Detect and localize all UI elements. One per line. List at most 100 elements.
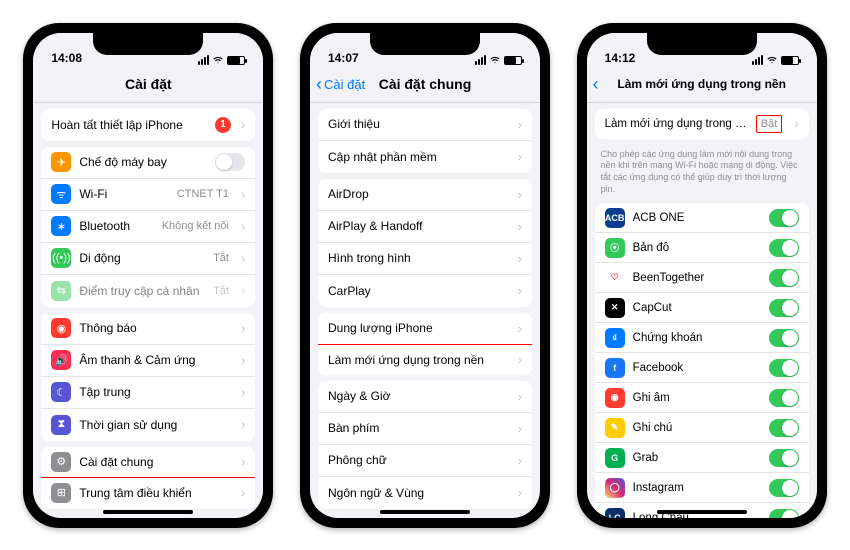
app-icon: ✕ bbox=[605, 298, 625, 318]
settings-row[interactable]: CarPlay› bbox=[318, 275, 532, 307]
settings-row[interactable]: Ngày & Giờ› bbox=[318, 381, 532, 413]
settings-row[interactable]: ✈Chế độ máy bay bbox=[41, 147, 255, 179]
chevron-right-icon: › bbox=[241, 417, 245, 432]
app-row[interactable]: ⦿Bản đồ bbox=[595, 233, 809, 263]
app-toggle[interactable] bbox=[769, 299, 799, 317]
settings-row[interactable]: Phông chữ › bbox=[318, 445, 532, 477]
page-title: Làm mới ứng dụng trong nền bbox=[617, 77, 786, 91]
settings-row[interactable]: AirDrop› bbox=[318, 179, 532, 211]
settings-row[interactable]: ◉ Thông báo › bbox=[41, 313, 255, 345]
content[interactable]: Làm mới ứng dụng trong nền Bật › Cho phé… bbox=[587, 103, 817, 518]
app-toggle[interactable] bbox=[769, 449, 799, 467]
wifi-icon bbox=[489, 55, 501, 65]
app-row[interactable]: ✕CapCut bbox=[595, 293, 809, 323]
row-label: Thông báo bbox=[79, 321, 233, 335]
chevron-right-icon: › bbox=[241, 321, 245, 336]
chevron-right-icon: › bbox=[241, 485, 245, 500]
row-value: Tắt bbox=[213, 252, 229, 264]
app-toggle[interactable] bbox=[769, 269, 799, 287]
settings-row[interactable]: ⧗Thời gian sử dụng› bbox=[41, 409, 255, 441]
chevron-right-icon: › bbox=[518, 187, 522, 202]
app-toggle[interactable] bbox=[769, 239, 799, 257]
settings-row[interactable]: ∗BluetoothKhông kết nối› bbox=[41, 211, 255, 243]
back-button[interactable]: ‹ Cài đặt bbox=[316, 67, 365, 102]
settings-row[interactable]: ⚙Cài đặt chung› bbox=[41, 447, 255, 478]
app-toggle[interactable] bbox=[769, 209, 799, 227]
row-label: Hoàn tất thiết lập iPhone bbox=[51, 118, 207, 132]
content[interactable]: Giới thiệu › Cập nhật phần mềm› AirDrop›Ai… bbox=[310, 103, 540, 518]
app-label: Chứng khoán bbox=[633, 332, 761, 344]
settings-row[interactable]: ☾Tập trung› bbox=[41, 377, 255, 409]
row-label: Di động bbox=[79, 251, 205, 265]
back-button[interactable]: ‹ bbox=[593, 67, 599, 102]
app-toggle[interactable] bbox=[769, 389, 799, 407]
row-label: Wi-Fi bbox=[79, 187, 168, 201]
row-icon: ◉ bbox=[51, 318, 71, 338]
chevron-right-icon: › bbox=[518, 485, 522, 500]
app-row[interactable]: ♡BeenTogether bbox=[595, 263, 809, 293]
chevron-right-icon: › bbox=[241, 117, 245, 132]
app-label: ACB ONE bbox=[633, 212, 761, 224]
settings-row[interactable]: ((•))Di độngTắt› bbox=[41, 243, 255, 275]
phone-settings-root: 14:08 Cài đặt Hoàn tất thiết lập iPhone … bbox=[23, 23, 273, 528]
row-bg-refresh-master[interactable]: Làm mới ứng dụng trong nền Bật › bbox=[595, 109, 809, 139]
app-toggle[interactable] bbox=[769, 419, 799, 437]
row-icon: ✈ bbox=[51, 152, 71, 172]
row-label: Tập trung bbox=[79, 385, 233, 399]
chevron-right-icon: › bbox=[241, 283, 245, 298]
settings-row[interactable]: Làm mới ứng dụng trong nền› bbox=[318, 344, 532, 375]
settings-row[interactable]: Dung lượng iPhone› bbox=[318, 313, 532, 345]
settings-row[interactable]: ᯤWi-FiCTNET T1› bbox=[41, 179, 255, 211]
app-row[interactable]: ◉Ghi âm bbox=[595, 383, 809, 413]
status-time: 14:07 bbox=[328, 51, 359, 65]
row-icon: ⚙ bbox=[51, 452, 71, 472]
app-row[interactable]: ₫Chứng khoán bbox=[595, 323, 809, 353]
chevron-right-icon: › bbox=[241, 187, 245, 202]
app-toggle[interactable] bbox=[769, 509, 799, 517]
home-indicator[interactable] bbox=[103, 510, 193, 514]
home-indicator[interactable] bbox=[380, 510, 470, 514]
row-icon: ∗ bbox=[51, 216, 71, 236]
app-toggle[interactable] bbox=[769, 359, 799, 377]
row-label: Âm thanh & Cảm ứng bbox=[79, 353, 233, 367]
app-icon: f bbox=[605, 358, 625, 378]
row-label: Trung tâm điều khiển bbox=[79, 486, 233, 500]
settings-row[interactable]: ⊞Trung tâm điều khiển› bbox=[41, 477, 255, 509]
row-label: Phông chữ bbox=[328, 453, 510, 467]
app-row[interactable]: fFacebook bbox=[595, 353, 809, 383]
chevron-right-icon: › bbox=[518, 117, 522, 132]
app-row[interactable]: GGrab bbox=[595, 443, 809, 473]
app-toggle[interactable] bbox=[769, 479, 799, 497]
screen: 14:12 ‹ Làm mới ứng dụng trong nền Làm m… bbox=[587, 33, 817, 518]
settings-row[interactable]: Cập nhật phần mềm› bbox=[318, 141, 532, 173]
row-label: Cài đặt chung bbox=[79, 455, 233, 469]
app-toggle[interactable] bbox=[769, 329, 799, 347]
home-indicator[interactable] bbox=[657, 510, 747, 514]
settings-row[interactable]: Ngôn ngữ & Vùng› bbox=[318, 477, 532, 509]
settings-row[interactable]: AirPlay & Handoff› bbox=[318, 211, 532, 243]
cellular-icon bbox=[198, 55, 209, 65]
settings-row[interactable]: Hình trong hình› bbox=[318, 243, 532, 275]
row-finish-setup[interactable]: Hoàn tất thiết lập iPhone 1 › bbox=[41, 109, 255, 141]
content[interactable]: Hoàn tất thiết lập iPhone 1 › ✈Chế độ má… bbox=[33, 103, 263, 518]
app-row[interactable]: ACBACB ONE bbox=[595, 203, 809, 233]
group-storage: Dung lượng iPhone›Làm mới ứng dụng trong… bbox=[318, 313, 532, 375]
settings-row[interactable]: Giới thiệu › bbox=[318, 109, 532, 141]
row-label: Làm mới ứng dụng trong nền bbox=[328, 353, 510, 367]
chevron-right-icon: › bbox=[518, 453, 522, 468]
toggle[interactable] bbox=[215, 153, 245, 171]
notch bbox=[647, 33, 757, 55]
battery-icon bbox=[781, 56, 799, 65]
app-row[interactable]: ◯Instagram bbox=[595, 473, 809, 503]
settings-row[interactable]: Bàn phím› bbox=[318, 413, 532, 445]
back-label: Cài đặt bbox=[324, 77, 365, 92]
row-label: Giới thiệu bbox=[328, 117, 510, 131]
row-value: CTNET T1 bbox=[177, 188, 229, 200]
app-icon: ✎ bbox=[605, 418, 625, 438]
group-connectivity: ✈Chế độ máy bayᯤWi-FiCTNET T1›∗Bluetooth… bbox=[41, 147, 255, 307]
notification-badge: 1 bbox=[215, 117, 231, 133]
settings-row[interactable]: ⇆Điểm truy cập cá nhânTắt› bbox=[41, 275, 255, 307]
settings-row[interactable]: 🔊Âm thanh & Cảm ứng› bbox=[41, 345, 255, 377]
app-row[interactable]: ✎Ghi chú bbox=[595, 413, 809, 443]
app-icon: ◯ bbox=[605, 478, 625, 498]
